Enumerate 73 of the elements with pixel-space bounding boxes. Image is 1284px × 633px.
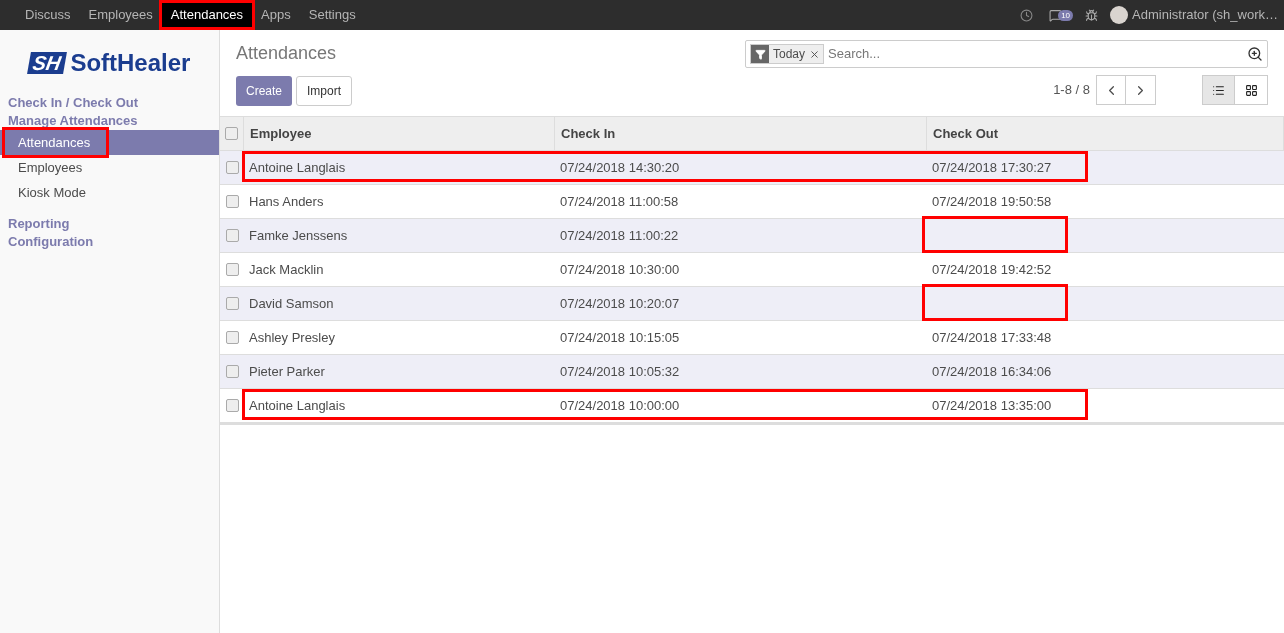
table-row[interactable]: Pieter Parker 07/24/2018 10:05:32 07/24/2018 16:34:06 (220, 355, 1284, 389)
column-header[interactable]: Check Out (927, 117, 1284, 150)
logo-text: SoftHealer (70, 51, 191, 75)
table-cell-text: 07/24/2018 16:34:06 (932, 362, 1052, 381)
table-cell-text: Hans Anders (248, 192, 325, 211)
sidebar-section[interactable]: Check In / Check Out (0, 94, 219, 112)
column-header[interactable]: Employee (244, 117, 555, 150)
table-cell-text: 07/24/2018 10:20:07 (559, 294, 681, 313)
avatar[interactable] (1110, 6, 1129, 24)
top-menu-item[interactable]: Employees (79, 0, 162, 30)
sidebar-item[interactable]: Employees (0, 155, 219, 180)
clock-icon[interactable] (1020, 8, 1034, 22)
table-cell-text: 07/24/2018 11:00:22 (559, 226, 680, 245)
page-title: Attendances (236, 42, 338, 64)
grid-icon (1244, 83, 1258, 97)
table-cell-text: Antoine Langlais (248, 158, 347, 177)
search-icon[interactable] (1247, 46, 1263, 62)
sidebar-section[interactable]: Manage Attendances (0, 112, 219, 130)
logo-mark: SH (26, 52, 67, 74)
bug-icon[interactable] (1085, 8, 1099, 22)
remove-icon[interactable] (809, 48, 821, 60)
column-header[interactable]: Check In (555, 117, 927, 150)
table-row[interactable]: Famke Jenssens 07/24/2018 11:00:22 (220, 219, 1284, 253)
table-cell-text: Pieter Parker (248, 362, 326, 381)
table-cell-text: David Samson (248, 294, 335, 313)
table-cell-text: 07/24/2018 19:42:52 (932, 260, 1052, 279)
row-checkbox[interactable] (225, 229, 239, 242)
table-row[interactable]: David Samson 07/24/2018 10:20:07 (220, 287, 1284, 321)
table-cell-text: Famke Jenssens (248, 226, 349, 245)
table-cell-text: Ashley Presley (248, 328, 336, 347)
user-name[interactable]: Administrator (sh_work… (1132, 5, 1278, 25)
sidebar-section[interactable]: Configuration (0, 233, 219, 251)
table-cell-text: Antoine Langlais (248, 396, 347, 415)
row-checkbox[interactable] (225, 297, 239, 310)
row-checkbox[interactable] (225, 365, 239, 378)
table-cell-text: 07/24/2018 13:35:00 (932, 396, 1052, 415)
table-cell-text: 07/24/2018 11:00:58 (559, 192, 680, 211)
view-switch-button[interactable] (1202, 75, 1235, 105)
row-checkbox[interactable] (225, 127, 238, 140)
sidebar-item[interactable]: Kiosk Mode (0, 180, 219, 205)
row-checkbox[interactable] (225, 161, 239, 174)
table-cell-text: 07/24/2018 17:30:27 (932, 158, 1052, 177)
sidebar-item[interactable]: Attendances (0, 130, 219, 155)
top-menu-item[interactable]: Settings (299, 0, 365, 30)
table-cell-text: 07/24/2018 10:00:00 (559, 396, 681, 415)
import-button[interactable]: Import (296, 76, 353, 106)
filter-facet[interactable]: Today (750, 44, 825, 64)
next-button[interactable] (1126, 75, 1156, 105)
search-input[interactable]: Search... (828, 44, 1243, 64)
table-cell-text: 07/24/2018 19:50:58 (932, 192, 1052, 211)
row-checkbox[interactable] (225, 195, 239, 208)
table-cell-text: Jack Macklin (248, 260, 325, 279)
sidebar-section[interactable]: Reporting (0, 215, 219, 233)
table-cell-text: 07/24/2018 10:30:00 (559, 260, 681, 279)
message-count: 10 (1058, 9, 1074, 21)
table-row[interactable]: Antoine Langlais 07/24/2018 14:30:20 07/24/2018 17:30:27 (220, 151, 1284, 185)
top-menu-item[interactable]: Apps (252, 0, 300, 30)
previous-button[interactable] (1096, 75, 1126, 105)
table-cell-text: 07/24/2018 17:33:48 (932, 328, 1052, 347)
row-checkbox[interactable] (225, 331, 239, 344)
top-menu-item[interactable]: Discuss (16, 0, 80, 30)
pager-value: 1-8 / 8 (1053, 81, 1090, 100)
filter-icon (754, 48, 766, 60)
row-checkbox[interactable] (225, 399, 239, 412)
search-field[interactable]: Today Search... (745, 40, 1268, 68)
create-button[interactable]: Create (236, 76, 293, 106)
list-icon (1212, 83, 1225, 97)
table-row[interactable]: Antoine Langlais 07/24/2018 10:00:00 07/24/2018 13:35:00 (220, 389, 1284, 423)
table-cell-text: 07/24/2018 14:30:20 (559, 158, 681, 177)
table-cell-text: 07/24/2018 10:15:05 (559, 328, 681, 347)
row-checkbox[interactable] (225, 263, 239, 276)
table-cell-text: 07/24/2018 10:05:32 (559, 362, 681, 381)
view-switch-button[interactable] (1235, 75, 1268, 105)
